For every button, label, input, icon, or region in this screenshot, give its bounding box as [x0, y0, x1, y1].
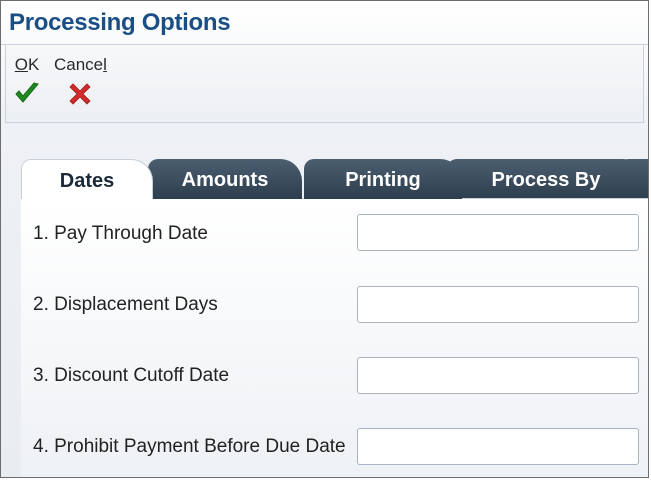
tab-strip: Dates Amounts Printing Process By — [21, 159, 648, 199]
prohibit-payment-input[interactable] — [357, 428, 639, 465]
toolbar: OK Cancel — [5, 45, 644, 123]
page-title: Processing Options — [9, 9, 231, 36]
pay-through-date-input[interactable] — [357, 214, 639, 251]
tab-overflow[interactable] — [619, 159, 648, 199]
displacement-days-input[interactable] — [357, 286, 639, 323]
tab-dates[interactable]: Dates — [21, 159, 153, 199]
pay-through-date-label: 1. Pay Through Date — [33, 223, 208, 244]
displacement-days-label: 2. Displacement Days — [33, 294, 218, 315]
x-icon — [69, 83, 92, 105]
tab-amounts[interactable]: Amounts — [148, 159, 302, 199]
prohibit-payment-label: 4. Prohibit Payment Before Due Date — [33, 436, 346, 457]
ok-button[interactable]: OK — [14, 55, 40, 105]
cancel-button[interactable]: Cancel — [54, 55, 107, 107]
discount-cutoff-date-input[interactable] — [357, 357, 639, 394]
tab-printing[interactable]: Printing — [304, 159, 462, 199]
ok-label: OK — [14, 55, 40, 74]
checkmark-icon — [15, 82, 39, 103]
processing-options-window: Processing Options OK Cancel Dates Amoun… — [0, 0, 649, 478]
discount-cutoff-date-label: 3. Discount Cutoff Date — [33, 365, 230, 386]
cancel-label: Cancel — [54, 55, 107, 74]
tab-process-by[interactable]: Process By — [447, 159, 645, 199]
